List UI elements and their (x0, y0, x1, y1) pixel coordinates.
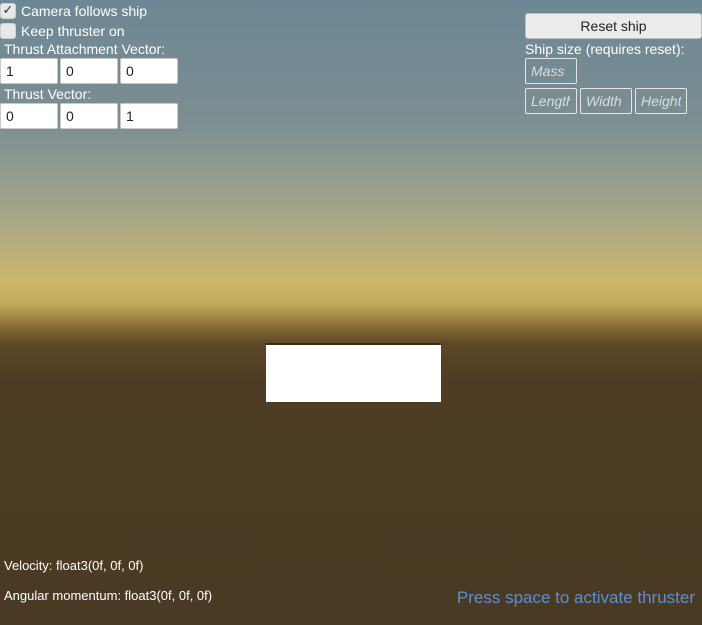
thruster-hint: Press space to activate thruster (456, 588, 695, 607)
checkbox-checked-icon[interactable]: ✓ (0, 3, 16, 19)
velocity-readout: Velocity: float3(0f, 0f, 0f) (4, 558, 144, 573)
ship-size-label: Ship size (requires reset): (525, 41, 685, 57)
thrust-attachment-z-input[interactable] (120, 58, 178, 84)
camera-follows-label: Camera follows ship (21, 3, 148, 19)
thrust-vector-y-input[interactable] (60, 103, 118, 129)
thrust-attachment-x-input[interactable] (0, 58, 58, 84)
checkbox-unchecked-icon[interactable]: ✓ (0, 23, 16, 39)
angular-momentum-readout: Angular momentum: float3(0f, 0f, 0f) (4, 588, 213, 603)
height-input[interactable] (635, 88, 687, 114)
length-input[interactable] (525, 88, 577, 114)
thrust-vector-x-input[interactable] (0, 103, 58, 129)
keep-thruster-label: Keep thruster on (21, 23, 125, 39)
thrust-vector-z-input[interactable] (120, 103, 178, 129)
camera-follows-toggle[interactable]: ✓ Camera follows ship (0, 2, 147, 20)
keep-thruster-toggle[interactable]: ✓ Keep thruster on (0, 22, 125, 40)
thrust-attachment-label: Thrust Attachment Vector: (4, 41, 166, 57)
thrust-attachment-y-input[interactable] (60, 58, 118, 84)
mass-input[interactable] (525, 58, 577, 84)
reset-ship-button[interactable]: Reset ship (525, 13, 702, 39)
ship-box (266, 343, 441, 402)
thrust-vector-label: Thrust Vector: (4, 86, 92, 102)
width-input[interactable] (580, 88, 632, 114)
